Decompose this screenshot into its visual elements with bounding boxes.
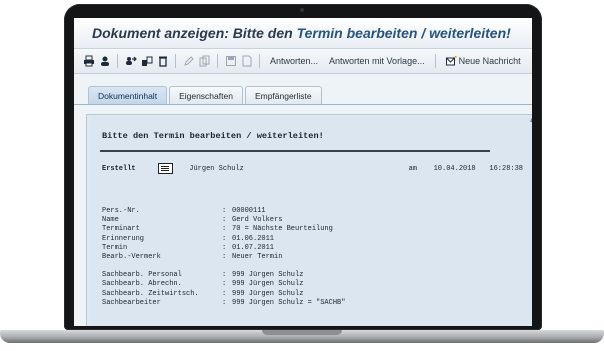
- created-time: 16:28:38: [489, 164, 524, 173]
- attach-icon[interactable]: [140, 55, 153, 68]
- toolbar-separator: [117, 54, 118, 68]
- new-message-icon: [445, 56, 457, 66]
- field-row: Pers.-Nr.:00000111: [102, 207, 345, 216]
- field-row: Terminart:70 = Nächste Beurteilung: [102, 225, 345, 234]
- application-toolbar: Antworten... Antworten mit Vorlage... Ne…: [74, 49, 532, 74]
- reply-with-template-button[interactable]: Antworten mit Vorlage...: [325, 56, 429, 66]
- forward-icon[interactable]: [124, 55, 137, 68]
- window-title: Dokument anzeigen: Bitte den Termin bear…: [92, 25, 511, 41]
- scroll-up-icon[interactable]: ▲: [530, 117, 532, 125]
- field-colon: :: [222, 216, 227, 225]
- field-row: Sachbearb. Personal:999 Jürgen Schulz: [102, 271, 345, 280]
- toolbar-separator: [259, 54, 260, 68]
- camera-icon: [300, 8, 304, 12]
- field-group-gap: [102, 262, 345, 271]
- tab-strip: Dokumentinhalt Eigenschaften Empfängerli…: [74, 84, 532, 105]
- field-row: Bearb.-Vermerk: Neuer Termin: [102, 253, 345, 262]
- field-row: Name: Gerd Volkers: [102, 216, 345, 225]
- field-colon: :: [222, 253, 227, 262]
- field-value: 999 Jürgen Schulz = "SACHB": [232, 298, 346, 307]
- document-heading: Bitte den Termin bearbeiten / weiterleit…: [102, 131, 324, 141]
- edit-icon[interactable]: [182, 55, 195, 68]
- document-content: ▲ Bitte den Termin bearbeiten / weiterle…: [90, 117, 532, 326]
- tab-recipient-list[interactable]: Empfängerliste: [244, 86, 322, 104]
- field-key: Erinnerung: [102, 234, 145, 243]
- copy-icon[interactable]: [198, 55, 211, 68]
- created-label: Erstellt: [102, 164, 136, 173]
- new-message-label: Neue Nachricht: [458, 56, 521, 66]
- created-author: Jürgen Schulz: [189, 164, 244, 173]
- created-line: Erstellt Jürgen Schulz am 10.04.2018 16:…: [102, 163, 523, 174]
- field-colon: :: [222, 280, 227, 289]
- field-value: 01.07.2011: [232, 243, 275, 252]
- tab-document-content[interactable]: Dokumentinhalt: [88, 86, 168, 104]
- field-key: Sachbearb. Personal: [102, 271, 182, 280]
- laptop-screen: Dokument anzeigen: Bitte den Termin bear…: [74, 18, 532, 326]
- field-colon: :: [222, 243, 227, 252]
- field-row: Termin:01.07.2011: [102, 244, 345, 253]
- field-colon: :: [222, 289, 227, 298]
- field-value: 00000111: [232, 207, 266, 215]
- user-icon[interactable]: [98, 55, 111, 68]
- field-list: Pers.-Nr.:00000111 Name: Gerd Volkers Ter…: [102, 207, 345, 308]
- field-key: Sachbearb. Abrechn.: [102, 280, 182, 289]
- reply-button[interactable]: Antworten...: [266, 56, 322, 66]
- created-at-label: am: [408, 164, 417, 173]
- window-title-prefix: Dokument anzeigen: Bitte den: [92, 25, 297, 41]
- field-key: Bearb.-Vermerk: [102, 253, 161, 262]
- field-value: Neuer Termin: [232, 253, 283, 262]
- field-key: Sachbearb. Zeitwirtsch.: [102, 289, 199, 298]
- field-colon: :: [222, 234, 227, 243]
- field-value: 999 Jürgen Schulz: [232, 280, 304, 289]
- field-value: 01.06.2011: [232, 234, 275, 243]
- field-value: Gerd Volkers: [232, 216, 283, 225]
- field-row: Erinnerung:01.06.2011: [102, 235, 345, 244]
- field-row: Sachbearbeiter:999 Jürgen Schulz = "SACH…: [102, 299, 345, 308]
- toolbar-separator: [434, 54, 436, 68]
- field-row: Sachbearb. Zeitwirtsch.:999 Jürgen Schul…: [102, 290, 345, 299]
- laptop-notch: [262, 330, 342, 335]
- created-date: 10.04.2018: [433, 164, 476, 173]
- field-key: Terminart: [102, 225, 140, 234]
- print-icon[interactable]: [82, 55, 95, 68]
- field-key: Termin: [102, 243, 128, 252]
- save-icon[interactable]: [224, 55, 237, 68]
- document-panel: ▲ Bitte den Termin bearbeiten / weiterle…: [86, 114, 532, 326]
- field-colon: :: [222, 298, 227, 307]
- toolbar-separator: [217, 54, 218, 68]
- document-icon[interactable]: [157, 163, 174, 174]
- field-colon: :: [222, 207, 227, 215]
- laptop-lid: Dokument anzeigen: Bitte den Termin bear…: [64, 4, 542, 330]
- field-row: Sachbearb. Abrechn.:999 Jürgen Schulz: [102, 280, 345, 289]
- field-colon: :: [222, 225, 227, 234]
- field-key: Pers.-Nr.: [102, 207, 140, 215]
- field-value: 70 = Nächste Beurteilung: [232, 225, 333, 234]
- delete-icon[interactable]: [156, 55, 169, 68]
- heading-divider: [100, 150, 490, 152]
- field-value: 999 Jürgen Schulz: [232, 271, 304, 280]
- field-value: 999 Jürgen Schulz: [232, 289, 304, 298]
- field-key: Sachbearbeiter: [102, 298, 161, 307]
- field-key: Name: [102, 216, 119, 225]
- document-icon[interactable]: [240, 55, 253, 68]
- window-title-highlight: Termin bearbeiten / weiterleiten!: [296, 25, 511, 41]
- new-message-button[interactable]: Neue Nachricht: [442, 56, 525, 66]
- tab-properties[interactable]: Eigenschaften: [169, 86, 243, 104]
- field-colon: :: [222, 271, 227, 280]
- window-titlebar: Dokument anzeigen: Bitte den Termin bear…: [74, 18, 532, 49]
- toolbar-separator: [175, 54, 176, 68]
